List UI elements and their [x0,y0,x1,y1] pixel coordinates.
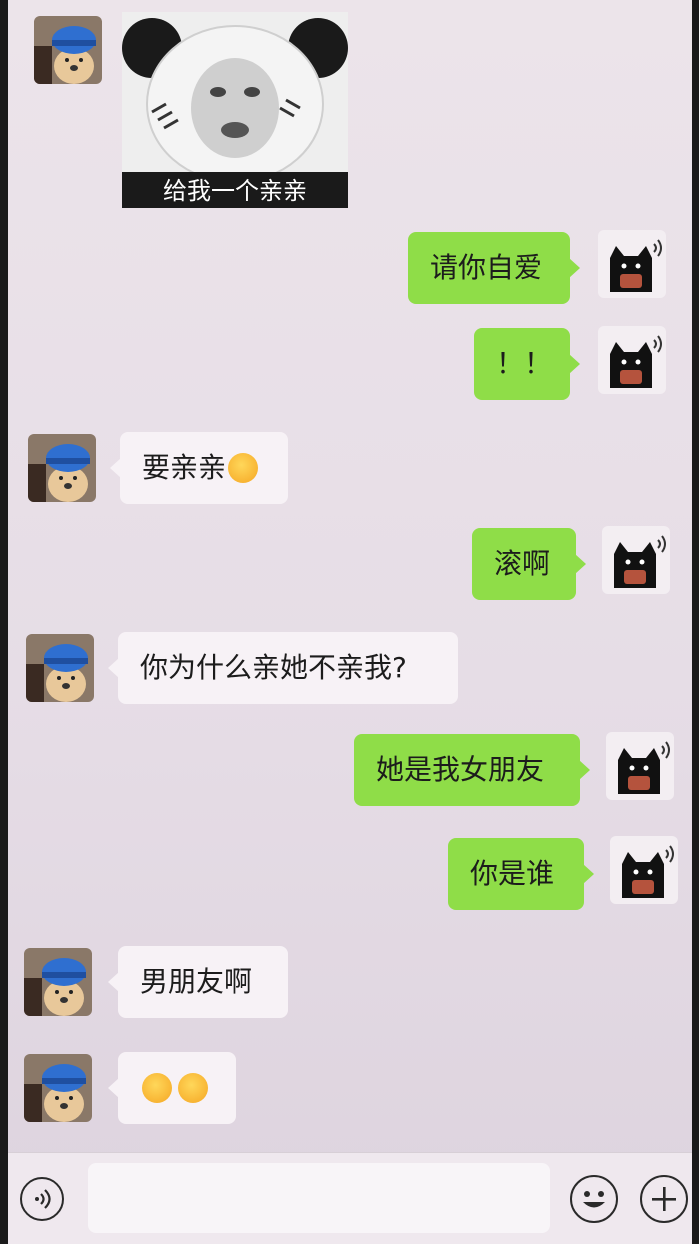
avatar[interactable] [602,526,670,594]
message-bubble-outgoing[interactable]: ！！ [474,328,580,400]
avatar[interactable] [606,732,674,800]
avatar[interactable] [28,434,96,502]
meme-image[interactable]: 给我一个亲亲 [122,12,348,208]
message-bubble-incoming[interactable]: 男朋友啊 [108,946,288,1018]
avatar[interactable] [26,634,94,702]
message-text: 要亲亲 [142,451,227,484]
blush-emoji-icon [228,453,259,483]
avatar[interactable] [24,948,92,1016]
message-bubble-incoming[interactable]: 你为什么亲她不亲我? [108,632,458,704]
plus-icon[interactable] [640,1175,688,1223]
message-bubble-incoming[interactable] [108,1052,236,1124]
avatar[interactable] [610,836,678,904]
message-bubble-outgoing[interactable]: 滚啊 [472,528,586,600]
message-bubble-outgoing[interactable]: 她是我女朋友 [354,734,590,806]
avatar[interactable] [598,326,666,394]
avatar[interactable] [24,1054,92,1122]
avatar[interactable] [34,16,102,84]
chat-screen: 给我一个亲亲 请你自爱 ！！ 要亲亲 滚啊 你为什么亲她不亲我? 她是我女朋友 … [8,0,692,1244]
voice-icon[interactable] [20,1177,64,1221]
input-bar [8,1152,692,1244]
blush-emoji-icon [178,1073,208,1103]
message-bubble-incoming[interactable]: 要亲亲 [110,432,288,504]
message-bubble-outgoing[interactable]: 请你自爱 [408,232,580,304]
meme-caption: 给我一个亲亲 [163,177,307,205]
message-input[interactable] [88,1163,550,1233]
message-bubble-outgoing[interactable]: 你是谁 [448,838,594,910]
emoji-icon[interactable] [570,1175,618,1223]
blush-emoji-icon [142,1073,172,1103]
avatar[interactable] [598,230,666,298]
